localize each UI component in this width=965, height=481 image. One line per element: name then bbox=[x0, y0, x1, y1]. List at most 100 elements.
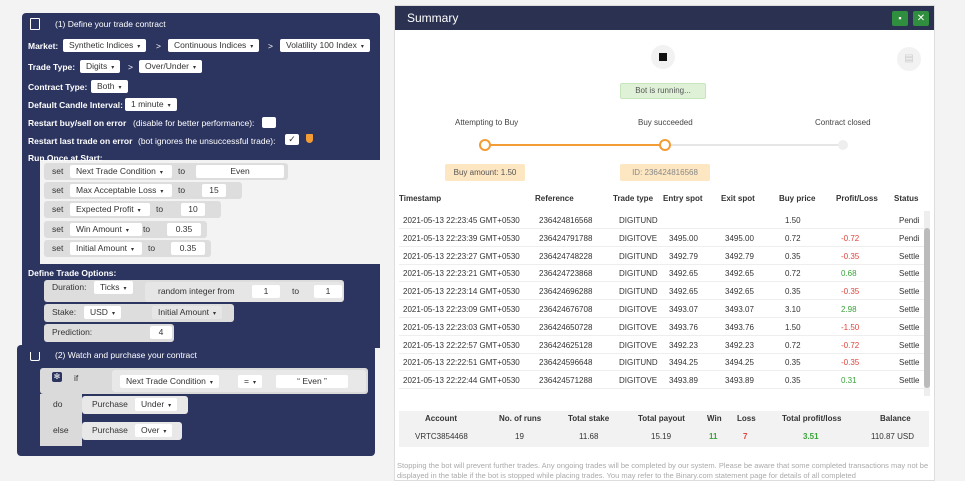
table-cell-pl: -0.72 bbox=[841, 233, 860, 243]
totals-value-loss: 7 bbox=[743, 432, 748, 441]
table-cell-type: DIGITOVE bbox=[619, 376, 658, 386]
random-to-input[interactable]: 1 bbox=[314, 285, 342, 298]
save-icon[interactable]: ▪ bbox=[892, 11, 908, 26]
random-from-input[interactable]: 1 bbox=[252, 285, 280, 298]
table-cell-type: DIGITUND bbox=[619, 358, 658, 368]
to-label: to bbox=[143, 224, 151, 234]
restart-last-checkbox[interactable]: ✓ bbox=[285, 134, 299, 145]
contract-type-dropdown[interactable]: Both ▾ bbox=[91, 80, 128, 93]
column-header: Exit spot bbox=[721, 194, 755, 203]
table-cell-exit: 3492.65 bbox=[725, 269, 754, 279]
restart-note: (disable for better performance): bbox=[133, 118, 255, 128]
totals-value-win: 11 bbox=[709, 432, 718, 441]
table-cell-status: Settle bbox=[899, 358, 920, 368]
table-cell-pl: 0.31 bbox=[841, 376, 857, 386]
table-cell-type: DIGITUND bbox=[619, 287, 658, 297]
table-cell-pl: 0.68 bbox=[841, 269, 857, 279]
restart-last-label: Restart last trade on error bbox=[28, 136, 133, 146]
table-cell-buy: 0.35 bbox=[785, 376, 801, 386]
set-variable-dropdown[interactable]: Expected Profit ▾ bbox=[70, 203, 150, 216]
table-cell-ts: 2021-05-13 22:23:21 GMT+0530 bbox=[403, 269, 520, 279]
table-cell-ts: 2021-05-13 22:23:14 GMT+0530 bbox=[403, 287, 520, 297]
stop-icon bbox=[659, 53, 667, 61]
else-label: else bbox=[53, 425, 69, 435]
table-cell-ts: 2021-05-13 22:22:57 GMT+0530 bbox=[403, 340, 520, 350]
do-purchase-dropdown[interactable]: Under ▾ bbox=[135, 398, 178, 411]
set-variable-dropdown[interactable]: Win Amount ▾ bbox=[70, 223, 142, 236]
candle-dropdown[interactable]: 1 minute ▾ bbox=[125, 98, 177, 111]
table-cell-status: Settle bbox=[899, 322, 920, 332]
bot-status: Bot is running... bbox=[620, 83, 706, 99]
trade-subtype-dropdown[interactable]: Over/Under ▾ bbox=[139, 60, 202, 73]
footnote: Stopping the bot will prevent further tr… bbox=[397, 461, 929, 480]
table-cell-status: Pendi bbox=[899, 216, 920, 225]
table-cell-ref: 236424791788 bbox=[539, 233, 593, 243]
trade-type-dropdown[interactable]: Digits ▾ bbox=[80, 60, 121, 73]
buy-amount-badge: Buy amount: 1.50 bbox=[445, 164, 525, 181]
candle-label: Default Candle Interval: bbox=[28, 100, 123, 110]
column-header: Profit/Loss bbox=[836, 194, 878, 203]
table-cell-ts: 2021-05-13 22:22:44 GMT+0530 bbox=[403, 376, 520, 386]
market-label: Market: bbox=[28, 41, 59, 51]
table-cell-buy: 0.72 bbox=[785, 269, 801, 279]
table-cell-buy: 1.50 bbox=[785, 216, 801, 225]
set-label: set bbox=[52, 166, 64, 176]
table-cell-buy: 0.72 bbox=[785, 340, 801, 350]
if-label: if bbox=[74, 373, 79, 383]
stake-variable[interactable]: Initial Amount ▾ bbox=[152, 306, 223, 319]
set-value-input[interactable]: 15 bbox=[202, 184, 226, 197]
restart-checkbox[interactable] bbox=[262, 117, 276, 128]
market-dropdown[interactable]: Synthetic Indices ▾ bbox=[63, 39, 147, 52]
to-label: to bbox=[156, 204, 164, 214]
condition-operator[interactable]: = ▾ bbox=[238, 375, 262, 388]
totals-header: Balance bbox=[880, 414, 911, 423]
currency-dropdown[interactable]: USD ▾ bbox=[84, 306, 121, 319]
restart-label: Restart buy/sell on error bbox=[28, 118, 127, 128]
table-cell-type: DIGITOVE bbox=[619, 233, 658, 243]
trade-type-label: Trade Type: bbox=[28, 62, 76, 72]
duration-label: Duration: bbox=[52, 282, 87, 292]
progress-line-done bbox=[485, 144, 665, 146]
else-purchase-label: Purchase bbox=[92, 425, 128, 435]
step-buy-succeeded: Buy succeeded bbox=[638, 118, 693, 127]
set-value-input[interactable]: 0.35 bbox=[167, 223, 201, 236]
set-variable-dropdown[interactable]: Max Acceptable Loss ▾ bbox=[70, 184, 172, 197]
table-cell-exit: 3492.23 bbox=[725, 340, 754, 350]
table-cell-ref: 236424748228 bbox=[539, 251, 593, 261]
table-cell-ts: 2021-05-13 22:23:39 GMT+0530 bbox=[403, 233, 520, 243]
symbol-dropdown[interactable]: Volatility 100 Index ▾ bbox=[280, 39, 370, 52]
table-cell-entry: 3492.65 bbox=[669, 287, 698, 297]
to-label: to bbox=[178, 166, 186, 176]
prediction-input[interactable]: 4 bbox=[150, 326, 172, 339]
condition-value[interactable]: “ Even ” bbox=[276, 375, 348, 388]
table-cell-pl: -0.72 bbox=[841, 340, 860, 350]
set-variable-dropdown[interactable]: Initial Amount ▾ bbox=[70, 242, 142, 255]
table-cell-buy: 0.35 bbox=[785, 287, 801, 297]
clear-stats-button[interactable]: ▤ bbox=[897, 47, 921, 71]
duration-unit-dropdown[interactable]: Ticks ▾ bbox=[94, 281, 133, 294]
table-cell-ref: 236424650728 bbox=[539, 322, 593, 332]
contract-type-label: Contract Type: bbox=[28, 82, 88, 92]
cart-icon bbox=[30, 352, 40, 361]
set-value-input[interactable]: 0.35 bbox=[171, 242, 205, 255]
scrollbar-thumb[interactable] bbox=[924, 228, 930, 388]
set-label: set bbox=[52, 204, 64, 214]
to-label: to bbox=[148, 243, 156, 253]
submarket-dropdown[interactable]: Continuous Indices ▾ bbox=[168, 39, 260, 52]
totals-header: No. of runs bbox=[499, 414, 542, 423]
table-cell-ref: 236424816568 bbox=[539, 216, 593, 225]
condition-variable[interactable]: Next Trade Condition ▾ bbox=[120, 375, 219, 388]
else-purchase-dropdown[interactable]: Over ▾ bbox=[135, 424, 173, 437]
set-value-input[interactable]: 10 bbox=[181, 203, 205, 216]
set-value-input[interactable]: Even bbox=[196, 165, 284, 178]
contract-id-badge: ID: 236424816568 bbox=[620, 164, 710, 181]
table-cell-ref: 236424676708 bbox=[539, 305, 593, 314]
totals-header: Account bbox=[425, 414, 457, 423]
totals-header: Win bbox=[707, 414, 722, 423]
table-cell-ts: 2021-05-13 22:23:27 GMT+0530 bbox=[403, 251, 520, 261]
close-icon[interactable]: ✕ bbox=[913, 11, 929, 26]
table-cell-entry: 3493.07 bbox=[669, 305, 698, 314]
gear-icon[interactable]: ✻ bbox=[52, 372, 62, 382]
set-variable-dropdown[interactable]: Next Trade Condition ▾ bbox=[70, 165, 172, 178]
table-cell-type: DIGITUND bbox=[619, 216, 658, 225]
